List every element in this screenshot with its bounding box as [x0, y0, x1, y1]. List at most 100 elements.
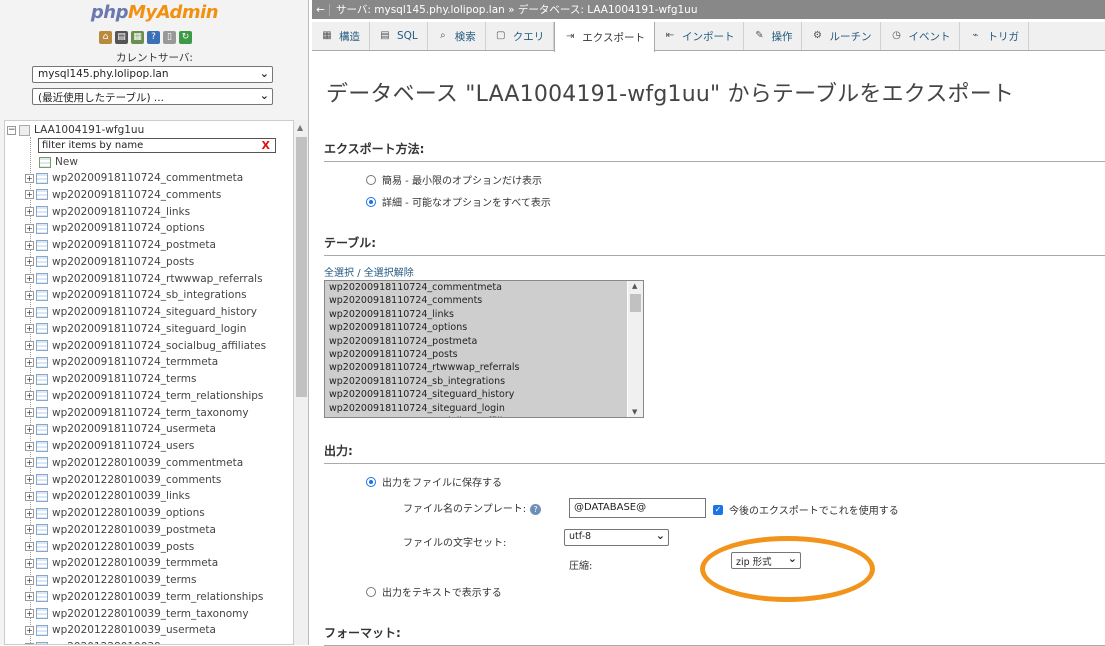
tab-structure[interactable]: ▦ 構造 [312, 22, 370, 50]
radio-text-output[interactable] [366, 586, 376, 597]
reload-icon[interactable]: ↻ [179, 31, 192, 44]
expand-icon[interactable]: + [25, 491, 34, 501]
expand-icon[interactable]: + [25, 458, 34, 468]
tab-triggers[interactable]: ⌁ トリガ [960, 22, 1029, 50]
expand-icon[interactable]: + [25, 324, 34, 334]
table-option[interactable]: wp20200918110724_commentmeta [325, 281, 627, 295]
collapse-icon[interactable]: − [7, 125, 16, 135]
tree-table-item[interactable]: + wp20201228010039_links [25, 488, 190, 504]
logout-icon[interactable]: ▤ [115, 31, 128, 44]
scroll-down-icon[interactable]: ▼ [632, 408, 637, 416]
expand-icon[interactable]: + [25, 341, 34, 350]
server-select[interactable]: mysql145.phy.lolipop.lan ⌄ [32, 66, 273, 83]
remember-template-option[interactable]: ✓ 今後のエクスポートでこれを使用する [713, 502, 899, 517]
tree-table-item[interactable]: + wp20201228010039_options [25, 505, 205, 521]
tree-table-item[interactable]: + wp20200918110724_socialbug_affiliates [25, 338, 266, 354]
tab-query[interactable]: ▢ クエリ [486, 22, 555, 50]
tree-table-item[interactable]: + wp20200918110724_usermeta [25, 421, 216, 437]
expand-icon[interactable]: + [25, 257, 34, 267]
tree-table-item[interactable]: + wp20201228010039_usermeta [25, 622, 216, 638]
back-arrow-icon[interactable]: ← [312, 3, 330, 16]
tree-table-item[interactable]: + wp20200918110724_siteguard_login [25, 321, 246, 337]
tree-table-item[interactable]: + wp20200918110724_links [25, 204, 190, 220]
charset-select[interactable]: utf-8 ⌄ [564, 529, 669, 546]
tree-table-item[interactable]: + wp20200918110724_sb_integrations [25, 287, 247, 303]
tree-scrollbar[interactable]: ▲ [294, 120, 308, 645]
docs-icon[interactable]: ▯ [163, 31, 176, 44]
scrollbar-thumb[interactable] [296, 137, 307, 397]
home-icon[interactable]: ⌂ [99, 31, 112, 44]
help-icon[interactable]: ? [147, 31, 160, 44]
expand-icon[interactable]: + [25, 357, 34, 367]
tree-table-item[interactable]: + wp20200918110724_postmeta [25, 237, 216, 253]
expand-icon[interactable]: + [25, 609, 34, 618]
deselect-all-link[interactable]: 全選択解除 [364, 268, 414, 279]
table-option[interactable]: wp20200918110724_sb_integrations [325, 374, 627, 389]
table-option[interactable]: wp20200918110724_posts [325, 347, 627, 362]
select-all-link[interactable]: 全選択 [324, 268, 354, 279]
expand-icon[interactable]: + [25, 558, 34, 568]
database-node[interactable]: − LAA1004191-wfg1uu [7, 123, 144, 137]
tree-table-item[interactable]: + wp20200918110724_posts [25, 254, 194, 270]
tree-table-item[interactable]: + wp20200918110724_termmeta [25, 354, 218, 370]
table-option[interactable]: wp20200918110724_rtwwwap_referrals [325, 361, 627, 375]
sql-query-icon[interactable]: ▦ [131, 31, 144, 44]
table-option[interactable]: wp20200918110724_links [325, 307, 627, 322]
expand-icon[interactable]: + [25, 424, 34, 434]
expand-icon[interactable]: + [25, 508, 34, 518]
table-option[interactable]: wp20200918110724_options [325, 321, 627, 335]
tree-table-item[interactable]: + wp20201228010039_posts [25, 539, 194, 555]
breadcrumb[interactable]: サーバ: mysql145.phy.lolipop.lan » データベース: … [336, 2, 697, 17]
tab-export[interactable]: ⇥ エクスポート [554, 22, 655, 52]
tree-table-item[interactable]: + wp20201228010039_terms [25, 572, 196, 588]
filter-input[interactable]: filter items by name X [38, 138, 276, 153]
output-text-option[interactable]: 出力をテキストで表示する [366, 584, 502, 599]
table-option[interactable]: wp20200918110724_comments [325, 294, 627, 308]
expand-icon[interactable]: + [25, 542, 34, 551]
tree-table-item[interactable]: + wp20200918110724_term_taxonomy [25, 405, 249, 421]
table-option[interactable]: wp20200918110724_siteguard_history [325, 388, 627, 402]
tree-table-item[interactable]: + wp20200918110724_terms [25, 371, 196, 387]
filename-template-input[interactable]: @DATABASE@ [569, 498, 706, 518]
tab-sql[interactable]: ▤ SQL [370, 22, 428, 50]
expand-icon[interactable]: + [25, 408, 34, 417]
tree-table-item[interactable]: + wp20200918110724_siteguard_history [25, 304, 257, 320]
expand-icon[interactable]: + [25, 207, 34, 216]
scroll-up-icon[interactable]: ▲ [632, 282, 637, 290]
expand-icon[interactable]: + [25, 307, 34, 317]
tree-table-item[interactable]: + wp20200918110724_comments [25, 187, 221, 203]
list-scrollbar[interactable]: ▲ ▼ [628, 281, 643, 417]
tab-import[interactable]: ⇤ インポート [655, 22, 745, 50]
output-save-option[interactable]: 出力をファイルに保存する [366, 474, 502, 489]
expand-icon[interactable]: + [25, 374, 34, 384]
phpmyadmin-logo[interactable]: phpMyAdmin [0, 2, 308, 23]
scroll-up-icon[interactable]: ▲ [297, 123, 303, 132]
expand-icon[interactable]: + [25, 240, 34, 250]
tree-table-item[interactable]: + wp20201228010039_termmeta [25, 555, 218, 571]
expand-icon[interactable]: + [25, 223, 34, 233]
expand-icon[interactable]: + [25, 190, 34, 200]
expand-icon[interactable]: + [25, 592, 34, 602]
tree-table-item[interactable]: + wp20201228010039_commentmeta [25, 455, 243, 471]
radio-custom[interactable] [366, 196, 376, 207]
tree-table-item[interactable]: + wp20201228010039_term_relationships [25, 589, 263, 605]
clear-filter-icon[interactable]: X [262, 139, 270, 152]
expand-icon[interactable]: + [25, 290, 34, 300]
table-option[interactable]: wp20200918110724_socialbug_affiliates [325, 414, 627, 417]
tree-table-item[interactable]: + wp20201228010039_postmeta [25, 522, 216, 538]
tree-table-item[interactable]: + wp20200918110724_term_relationships [25, 388, 263, 404]
table-option[interactable]: wp20200918110724_siteguard_login [325, 401, 627, 415]
expand-icon[interactable]: + [25, 441, 34, 451]
recent-tables-select[interactable]: (最近使用したテーブル) ... ⌄ [32, 88, 273, 105]
table-multiselect[interactable]: wp20200918110724_commentmeta wp2020091811… [324, 280, 644, 418]
radio-save-file[interactable] [366, 476, 376, 487]
expand-icon[interactable]: + [25, 625, 34, 635]
method-quick-option[interactable]: 簡易 - 最小限のオプションだけ表示 [366, 172, 542, 187]
help-icon[interactable]: ? [530, 504, 542, 515]
expand-icon[interactable]: + [25, 575, 34, 585]
tab-events[interactable]: ◷ イベント [881, 22, 961, 50]
tree-table-item[interactable]: + wp20200918110724_rtwwwap_referrals [25, 271, 263, 287]
tree-table-item[interactable]: + wp20200918110724_commentmeta [25, 170, 243, 186]
table-option[interactable]: wp20200918110724_postmeta [325, 334, 627, 348]
tree-table-item[interactable]: + wp20201228010039_term_taxonomy [25, 606, 249, 622]
